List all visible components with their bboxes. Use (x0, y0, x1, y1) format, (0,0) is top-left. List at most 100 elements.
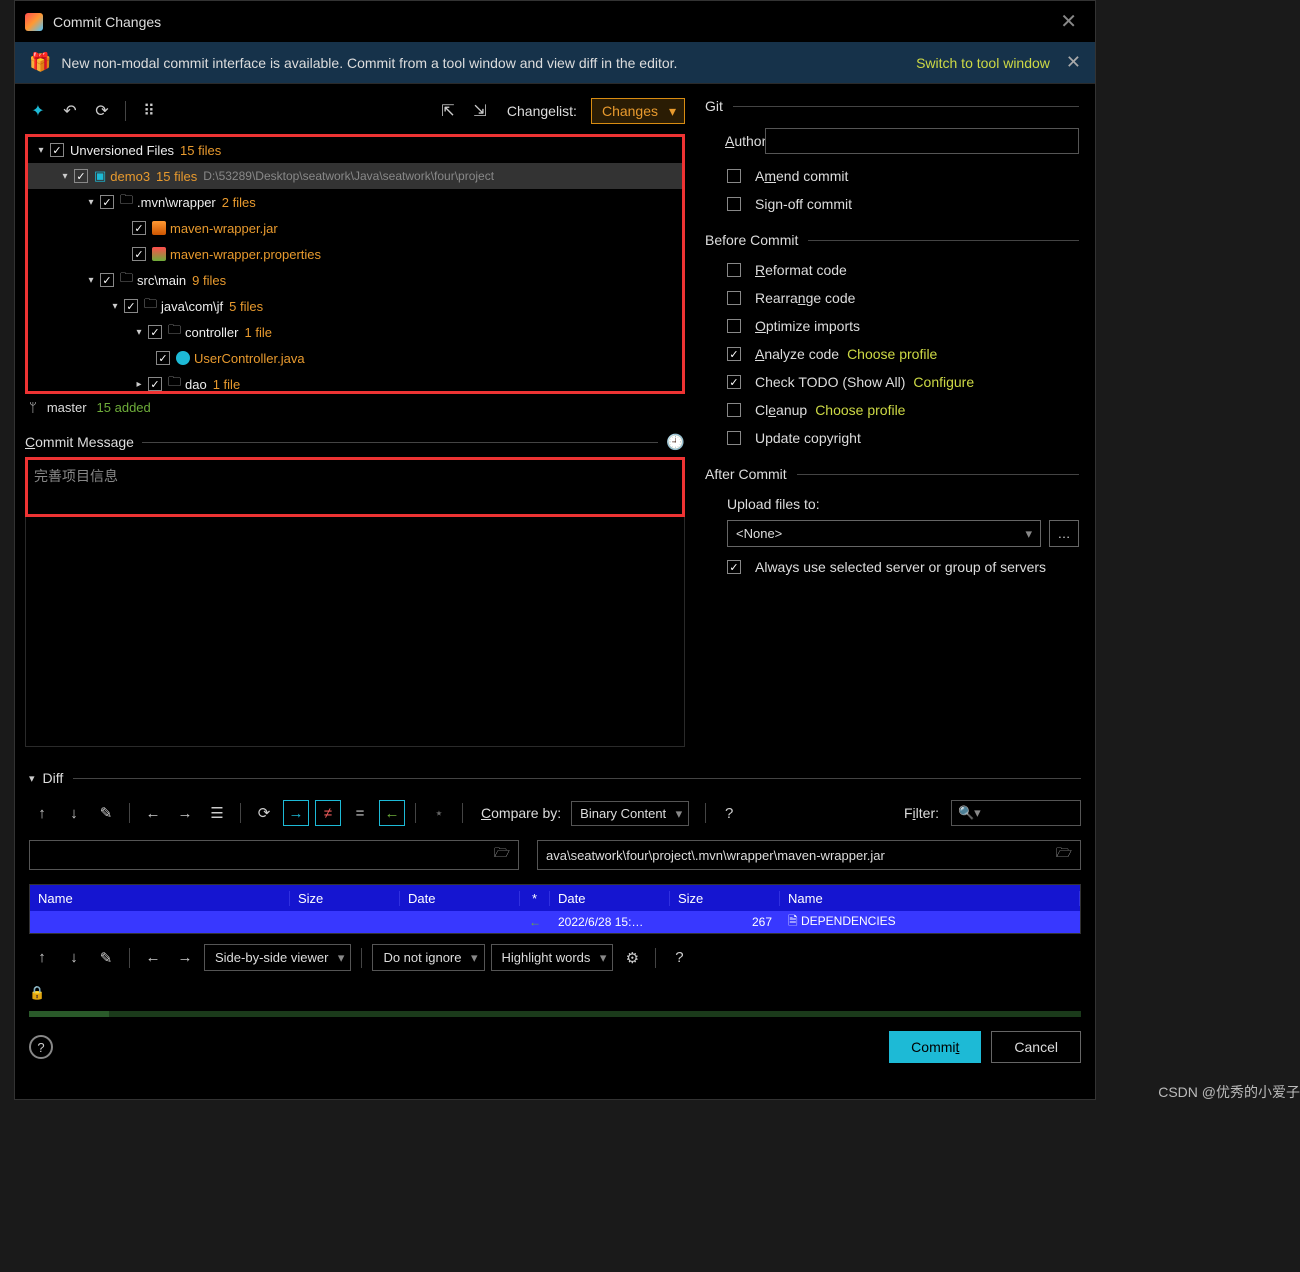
col-date[interactable]: Date (400, 891, 520, 906)
checkbox[interactable] (124, 299, 138, 313)
commit-message-input[interactable]: 完善项目信息 (25, 457, 685, 517)
checkbox[interactable] (100, 273, 114, 287)
always-server-checkbox[interactable] (727, 560, 741, 574)
viewer-dropdown[interactable]: Side-by-side viewer (204, 944, 351, 971)
arrow-right-icon[interactable]: → (172, 945, 198, 971)
tree-src[interactable]: ▾ 🗀 src\main 9 files (28, 267, 682, 293)
table-row[interactable]: ← 2022/6/28 15:… 267 🗎 DEPENDENCIES (30, 911, 1080, 933)
edit-icon[interactable]: ✎ (93, 800, 119, 826)
next-diff-icon[interactable]: → (283, 800, 309, 826)
arrow-right-icon[interactable]: → (172, 800, 198, 826)
todo-configure-link[interactable]: Configure (913, 374, 974, 390)
banner-switch-link[interactable]: Switch to tool window (916, 55, 1050, 71)
arrow-left-icon[interactable]: ← (140, 945, 166, 971)
filter-input[interactable]: 🔍▾ (951, 800, 1081, 826)
banner-close-icon[interactable]: ✕ (1066, 52, 1081, 73)
col-star[interactable]: * (520, 891, 550, 906)
tree-jar[interactable]: maven-wrapper.jar (28, 215, 682, 241)
reload-icon[interactable]: ⟳ (89, 98, 115, 124)
tree-properties[interactable]: maven-wrapper.properties (28, 241, 682, 267)
edit-icon[interactable]: ✎ (93, 945, 119, 971)
checkbox[interactable] (50, 143, 64, 157)
folder-icon[interactable]: 🗁 (494, 844, 510, 866)
help-icon[interactable]: ? (716, 800, 742, 826)
refresh-icon[interactable]: ✦ (25, 98, 51, 124)
diff-table[interactable]: Name Size Date * Date Size Name ← 2022/6… (29, 884, 1081, 934)
cleanup-profile-link[interactable]: Choose profile (815, 402, 905, 418)
ignore-dropdown[interactable]: Do not ignore (372, 944, 484, 971)
changelist-dropdown[interactable]: Changes (591, 98, 685, 124)
col-name2[interactable]: Name (780, 891, 1080, 906)
chevron-down-icon[interactable]: ▾ (84, 197, 98, 208)
expand-icon[interactable]: ⇱ (435, 98, 461, 124)
chevron-down-icon[interactable]: ▾ (132, 327, 146, 338)
lambda-icon[interactable]: ⋆ (426, 800, 452, 826)
tree-mvn[interactable]: ▾ 🗀 .mvn\wrapper 2 files (28, 189, 682, 215)
gear-icon[interactable]: ⚙ (619, 945, 645, 971)
col-size2[interactable]: Size (670, 891, 780, 906)
chevron-down-icon[interactable]: ▾ (84, 275, 98, 286)
chevron-down-icon[interactable]: ▾ (58, 171, 72, 182)
undo-icon[interactable]: ↶ (57, 98, 83, 124)
reformat-checkbox[interactable] (727, 263, 741, 277)
checkbox[interactable] (132, 247, 146, 261)
upload-dropdown[interactable]: <None> (727, 520, 1041, 547)
analyze-checkbox[interactable] (727, 347, 741, 361)
compare-dropdown[interactable]: Binary Content (571, 801, 689, 826)
arrow-up-icon[interactable]: ↑ (29, 800, 55, 826)
checkbox[interactable] (100, 195, 114, 209)
arrow-down-icon[interactable]: ↓ (61, 800, 87, 826)
prev-diff-icon[interactable]: ← (379, 800, 405, 826)
optimize-checkbox[interactable] (727, 319, 741, 333)
author-input[interactable] (765, 128, 1079, 154)
rearrange-checkbox[interactable] (727, 291, 741, 305)
tree-java[interactable]: ▾ 🗀 java\com\jf 5 files (28, 293, 682, 319)
upload-browse-button[interactable]: … (1049, 520, 1079, 547)
arrow-up-icon[interactable]: ↑ (29, 945, 55, 971)
files-tree[interactable]: ▾ Unversioned Files 15 files ▾ ▣ demo3 1… (25, 134, 685, 394)
checkbox[interactable] (74, 169, 88, 183)
equal-icon[interactable]: = (347, 800, 373, 826)
list-icon[interactable]: ☰ (204, 800, 230, 826)
tree-controller[interactable]: ▾ 🗀 controller 1 file (28, 319, 682, 345)
checkbox[interactable] (148, 325, 162, 339)
amend-checkbox[interactable] (727, 169, 741, 183)
history-icon[interactable]: 🕘 (666, 433, 685, 451)
checkbox[interactable] (132, 221, 146, 235)
chevron-down-icon[interactable]: ▾ (29, 772, 35, 785)
chevron-down-icon[interactable]: ▾ (108, 301, 122, 312)
commit-button[interactable]: Commit (889, 1031, 981, 1063)
cleanup-checkbox[interactable] (727, 403, 741, 417)
signoff-checkbox[interactable] (727, 197, 741, 211)
col-name[interactable]: Name (30, 891, 290, 906)
right-path-input[interactable]: ava\seatwork\four\project\.mvn\wrapper\m… (537, 840, 1081, 870)
group-icon[interactable]: ⠿ (136, 98, 162, 124)
collapse-icon[interactable]: ⇲ (467, 98, 493, 124)
close-icon[interactable]: ✕ (1052, 9, 1085, 34)
help-button[interactable]: ? (29, 1035, 53, 1059)
arrow-left-icon[interactable]: ← (140, 800, 166, 826)
checkbox[interactable] (148, 377, 162, 391)
col-size[interactable]: Size (290, 891, 400, 906)
tree-root[interactable]: ▾ Unversioned Files 15 files (28, 137, 682, 163)
cancel-button[interactable]: Cancel (991, 1031, 1081, 1063)
copyright-checkbox[interactable] (727, 431, 741, 445)
chevron-right-icon[interactable]: ▸ (132, 379, 146, 390)
diff-section: ▾ Diff ↑ ↓ ✎ ← → ☰ ⟳ → ≠ = ← ⋆ Compare b… (15, 764, 1095, 1073)
arrow-down-icon[interactable]: ↓ (61, 945, 87, 971)
not-equal-icon[interactable]: ≠ (315, 800, 341, 826)
todo-checkbox[interactable] (727, 375, 741, 389)
tree-dao[interactable]: ▸ 🗀 dao 1 file (28, 371, 682, 394)
chevron-down-icon[interactable]: ▾ (34, 145, 48, 156)
commit-message-area[interactable] (25, 517, 685, 747)
highlight-dropdown[interactable]: Highlight words (491, 944, 614, 971)
folder-icon[interactable]: 🗁 (1056, 844, 1072, 866)
analyze-profile-link[interactable]: Choose profile (847, 346, 937, 362)
help-icon[interactable]: ? (666, 945, 692, 971)
left-path-input[interactable]: 🗁 (29, 840, 519, 870)
col-date2[interactable]: Date (550, 891, 670, 906)
checkbox[interactable] (156, 351, 170, 365)
tree-usercontroller[interactable]: UserController.java (28, 345, 682, 371)
sync-icon[interactable]: ⟳ (251, 800, 277, 826)
tree-demo3[interactable]: ▾ ▣ demo3 15 files D:\53289\Desktop\seat… (28, 163, 682, 189)
